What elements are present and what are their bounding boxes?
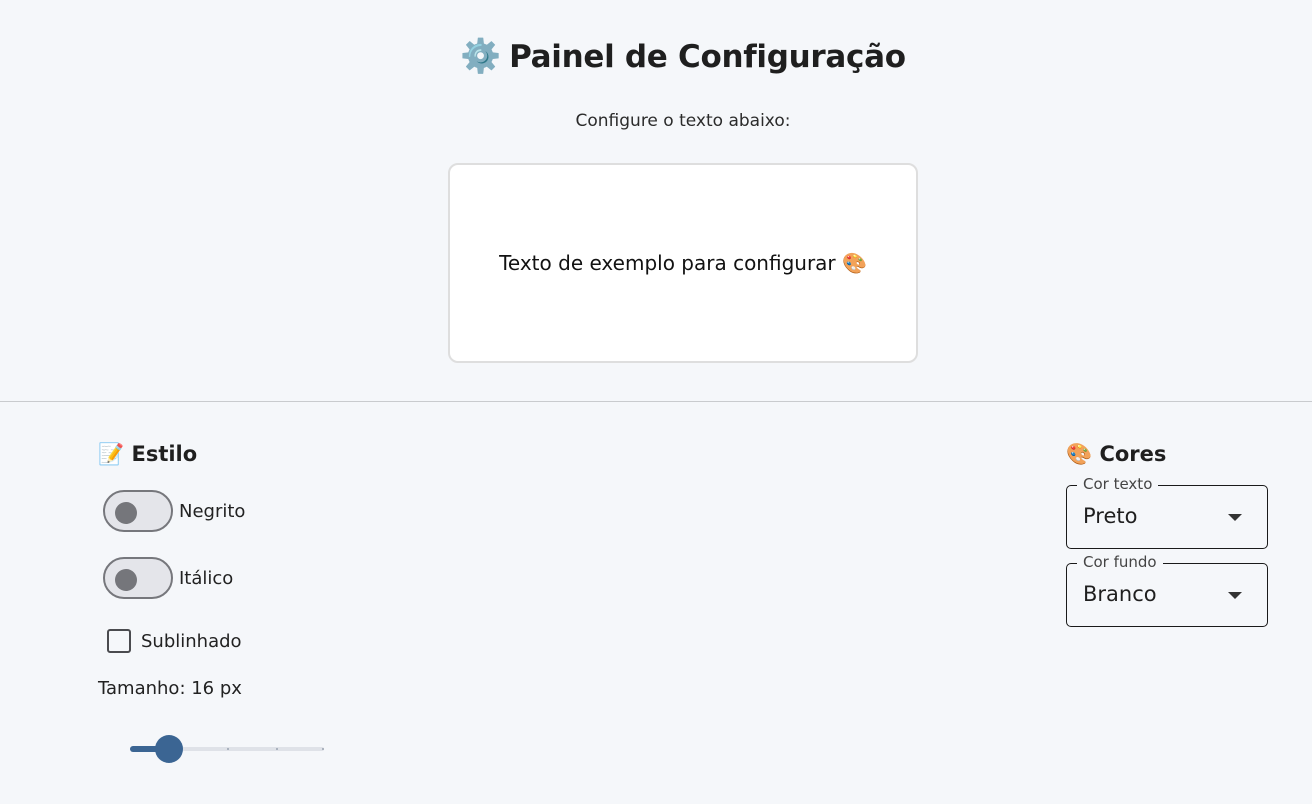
style-section-title: 📝 Estilo <box>98 442 197 467</box>
page-subtitle: Configure o texto abaixo: <box>575 111 791 131</box>
text-color-dropdown[interactable]: Cor texto Preto <box>1066 475 1268 549</box>
palette-icon: 🎨 <box>1066 442 1093 466</box>
background-color-dropdown[interactable]: Cor fundo Branco <box>1066 553 1268 627</box>
italic-toggle-knob <box>115 569 137 591</box>
font-size-slider[interactable] <box>130 734 324 764</box>
chevron-down-icon <box>1228 514 1242 521</box>
style-section-label: Estilo <box>131 442 198 466</box>
text-color-dropdown-value: Preto <box>1083 504 1138 528</box>
page-title-text: Painel de Configuração <box>509 39 906 75</box>
slider-step-mark <box>227 748 229 750</box>
gear-icon: ⚙️ <box>460 36 502 75</box>
underline-checkbox[interactable] <box>107 629 131 653</box>
slider-step-mark <box>276 748 278 750</box>
preview-card: Texto de exemplo para configurar 🎨 <box>448 163 918 363</box>
bold-toggle-label: Negrito <box>179 500 246 522</box>
italic-toggle-row: Itálico <box>103 557 233 599</box>
bold-toggle-knob <box>115 502 137 524</box>
font-size-label: Tamanho: 16 px <box>98 678 242 699</box>
colors-section-title: 🎨 Cores <box>1066 442 1166 467</box>
preview-text: Texto de exemplo para configurar 🎨 <box>499 251 867 275</box>
text-color-dropdown-label: Cor texto <box>1077 475 1159 493</box>
background-color-dropdown-label: Cor fundo <box>1077 553 1163 571</box>
chevron-down-icon <box>1228 592 1242 599</box>
italic-toggle[interactable] <box>103 557 173 599</box>
section-divider <box>0 401 1312 402</box>
background-color-dropdown-value: Branco <box>1083 582 1157 606</box>
slider-step-mark <box>322 748 324 750</box>
bold-toggle-row: Negrito <box>103 490 245 532</box>
underline-checkbox-row: Sublinhado <box>107 629 242 653</box>
italic-toggle-label: Itálico <box>179 567 234 589</box>
bold-toggle[interactable] <box>103 490 173 532</box>
page-title: ⚙️ Painel de Configuração <box>0 36 1312 76</box>
memo-icon: 📝 <box>98 442 125 466</box>
underline-checkbox-label: Sublinhado <box>141 630 242 652</box>
slider-thumb[interactable] <box>155 735 183 763</box>
config-panel-page: ⚙️ Painel de Configuração Configure o tex… <box>0 0 1312 804</box>
colors-section-label: Cores <box>1099 442 1167 466</box>
